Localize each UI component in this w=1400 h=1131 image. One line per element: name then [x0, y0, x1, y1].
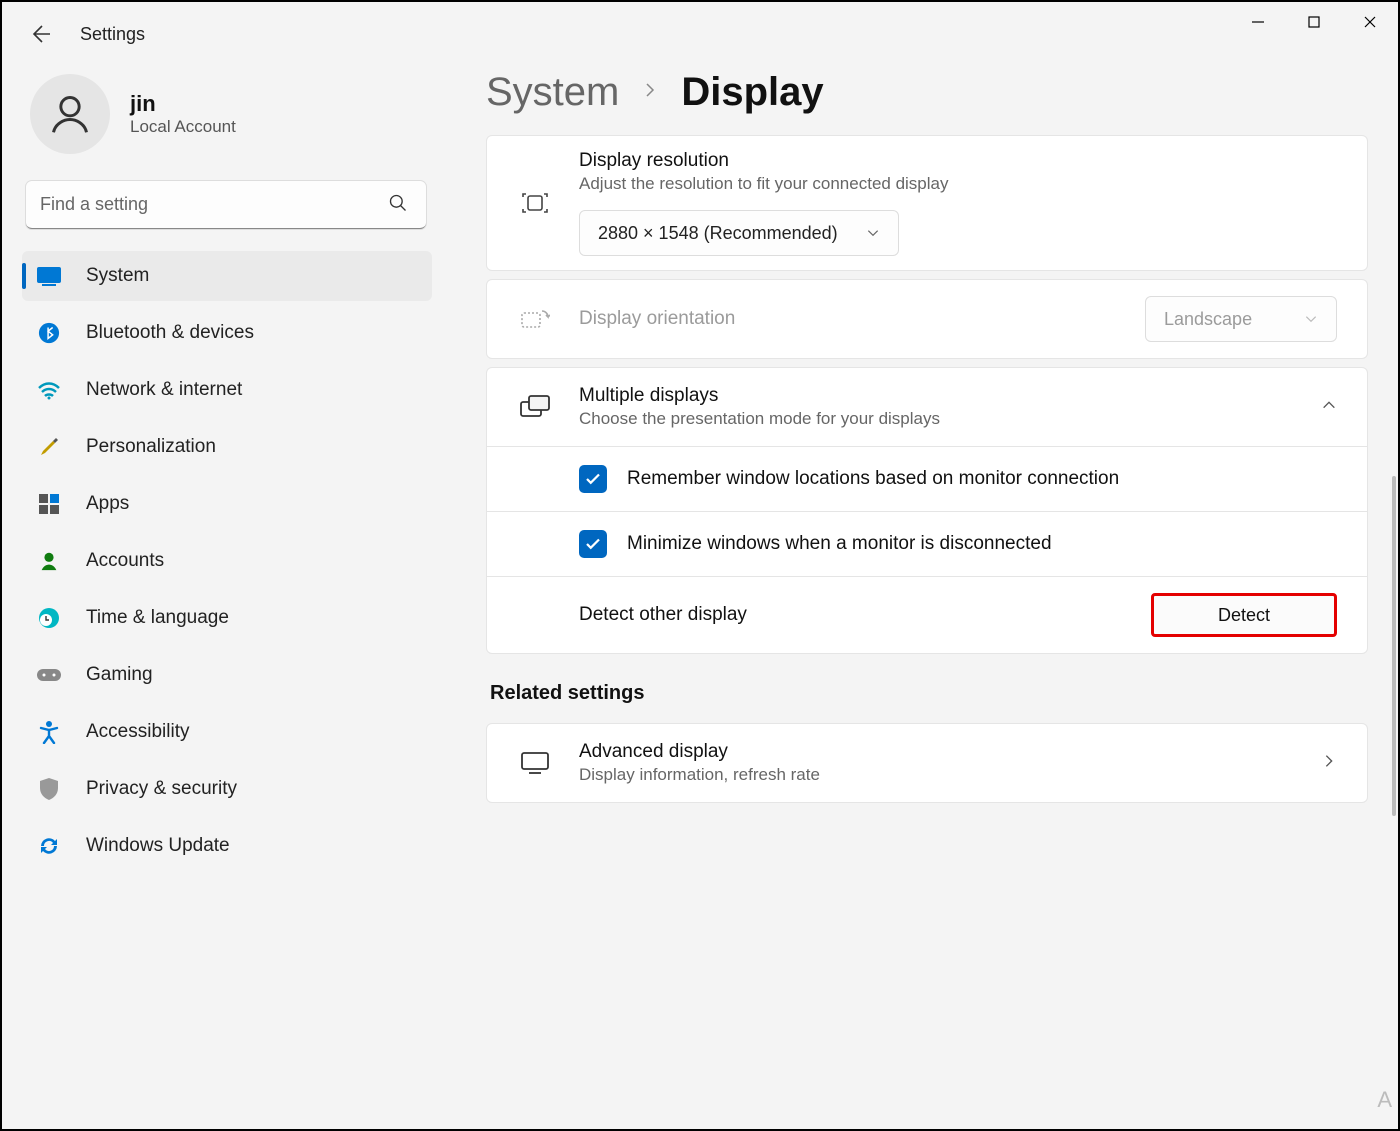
sidebar-item-label: System	[86, 265, 149, 287]
back-button[interactable]	[28, 20, 56, 48]
breadcrumb-current: Display	[681, 70, 823, 115]
chevron-up-icon	[1321, 397, 1337, 418]
shield-icon	[36, 776, 62, 802]
sidebar-item-label: Apps	[86, 493, 129, 515]
maximize-button[interactable]	[1286, 2, 1342, 42]
detect-label: Detect other display	[579, 604, 747, 626]
chevron-down-icon	[1304, 312, 1318, 326]
remember-locations-checkbox[interactable]	[579, 465, 607, 493]
chevron-down-icon	[866, 226, 880, 240]
sidebar-item-bluetooth[interactable]: Bluetooth & devices	[22, 308, 432, 358]
sidebar-item-label: Personalization	[86, 436, 216, 458]
scrollbar-thumb[interactable]	[1392, 476, 1396, 816]
breadcrumb-parent[interactable]: System	[486, 70, 619, 115]
close-icon	[1363, 15, 1377, 29]
maximize-icon	[1307, 15, 1321, 29]
close-button[interactable]	[1342, 2, 1398, 42]
profile-name: jin	[130, 91, 236, 117]
minimize-windows-checkbox[interactable]	[579, 530, 607, 558]
multiple-subtitle: Choose the presentation mode for your di…	[579, 409, 1295, 429]
account-icon	[36, 548, 62, 574]
sidebar-item-privacy[interactable]: Privacy & security	[22, 764, 432, 814]
resolution-icon	[517, 190, 553, 216]
multiple-displays-header[interactable]: Multiple displays Choose the presentatio…	[487, 368, 1367, 446]
sidebar-item-apps[interactable]: Apps	[22, 479, 432, 529]
multiple-displays-card: Multiple displays Choose the presentatio…	[486, 367, 1368, 654]
monitor-icon	[517, 751, 553, 775]
accessibility-icon	[36, 719, 62, 745]
nav-list: System Bluetooth & devices Network & int…	[22, 251, 432, 871]
display-orientation-card: Display orientation Landscape	[486, 279, 1368, 359]
multiple-displays-icon	[517, 394, 553, 420]
related-settings-heading: Related settings	[490, 682, 1368, 705]
resolution-subtitle: Adjust the resolution to fit your connec…	[579, 174, 1337, 194]
main-content: System Display Display resolution Adjust…	[442, 64, 1398, 1121]
app-title: Settings	[80, 24, 145, 45]
search-icon	[388, 193, 408, 218]
advanced-display-card[interactable]: Advanced display Display information, re…	[486, 723, 1368, 803]
check-icon	[584, 470, 602, 488]
clock-icon	[36, 605, 62, 631]
multiple-title: Multiple displays	[579, 385, 1295, 407]
sidebar-item-label: Accounts	[86, 550, 164, 572]
gaming-icon	[36, 662, 62, 688]
search-wrapper	[26, 181, 432, 229]
resolution-dropdown[interactable]: 2880 × 1548 (Recommended)	[579, 210, 899, 256]
sidebar-item-gaming[interactable]: Gaming	[22, 650, 432, 700]
sidebar-item-time[interactable]: Time & language	[22, 593, 432, 643]
sidebar-item-accessibility[interactable]: Accessibility	[22, 707, 432, 757]
ime-indicator: A	[1377, 1087, 1392, 1113]
orientation-title: Display orientation	[579, 308, 1119, 330]
remember-locations-row[interactable]: Remember window locations based on monit…	[487, 446, 1367, 511]
orientation-dropdown: Landscape	[1145, 296, 1337, 342]
sidebar-item-personalization[interactable]: Personalization	[22, 422, 432, 472]
orientation-icon	[517, 307, 553, 331]
sidebar-item-label: Privacy & security	[86, 778, 237, 800]
resolution-title: Display resolution	[579, 150, 1337, 172]
avatar	[30, 74, 110, 154]
check-icon	[584, 535, 602, 553]
sidebar-item-label: Time & language	[86, 607, 229, 629]
detect-display-row: Detect other display Detect	[487, 576, 1367, 653]
sidebar-item-label: Gaming	[86, 664, 153, 686]
profile-subtitle: Local Account	[130, 117, 236, 137]
advanced-subtitle: Display information, refresh rate	[579, 765, 1295, 785]
sidebar-item-label: Windows Update	[86, 835, 230, 857]
sidebar-item-accounts[interactable]: Accounts	[22, 536, 432, 586]
minimize-icon	[1251, 15, 1265, 29]
advanced-title: Advanced display	[579, 741, 1295, 763]
sidebar-item-update[interactable]: Windows Update	[22, 821, 432, 871]
resolution-selected: 2880 × 1548 (Recommended)	[598, 223, 838, 244]
user-icon	[48, 92, 92, 136]
chevron-right-icon	[1321, 753, 1337, 774]
sidebar-item-system[interactable]: System	[22, 251, 432, 301]
sidebar-item-label: Bluetooth & devices	[86, 322, 254, 344]
bluetooth-icon	[36, 320, 62, 346]
orientation-selected: Landscape	[1164, 309, 1252, 330]
apps-icon	[36, 491, 62, 517]
chevron-right-icon	[641, 81, 659, 104]
remember-locations-label: Remember window locations based on monit…	[627, 468, 1119, 490]
profile-block[interactable]: jin Local Account	[22, 64, 432, 178]
detect-button[interactable]: Detect	[1151, 593, 1337, 637]
update-icon	[36, 833, 62, 859]
minimize-button[interactable]	[1230, 2, 1286, 42]
display-resolution-card: Display resolution Adjust the resolution…	[486, 135, 1368, 271]
breadcrumb: System Display	[486, 70, 1368, 115]
sidebar-item-label: Network & internet	[86, 379, 242, 401]
sidebar: jin Local Account System Bluetooth & dev…	[2, 64, 442, 1121]
sidebar-item-network[interactable]: Network & internet	[22, 365, 432, 415]
minimize-windows-row[interactable]: Minimize windows when a monitor is disco…	[487, 511, 1367, 576]
search-input[interactable]	[26, 181, 426, 229]
back-arrow-icon	[30, 22, 54, 46]
brush-icon	[36, 434, 62, 460]
system-icon	[36, 263, 62, 289]
sidebar-item-label: Accessibility	[86, 721, 189, 743]
wifi-icon	[36, 377, 62, 403]
minimize-windows-label: Minimize windows when a monitor is disco…	[627, 533, 1052, 555]
